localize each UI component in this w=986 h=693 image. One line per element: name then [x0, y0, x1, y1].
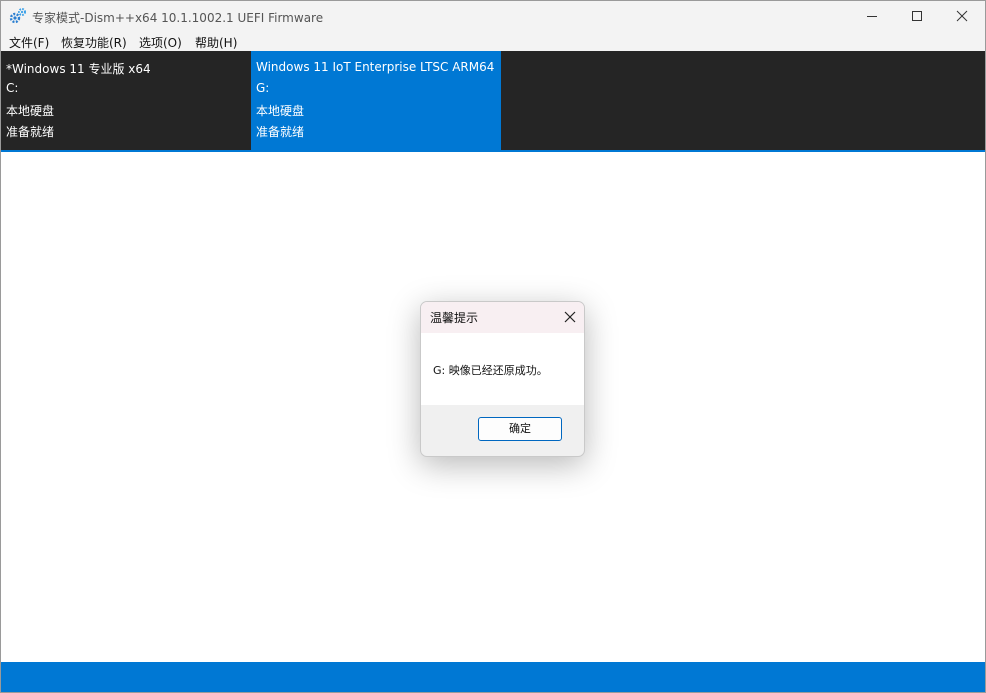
dialog-title: 温馨提示 [430, 311, 479, 325]
dialog-close-button[interactable] [559, 306, 581, 328]
dialog-message: G: 映像已经还原成功。 [433, 364, 548, 377]
image-type: 本地硬盘 [256, 104, 305, 118]
image-name: Windows 11 IoT Enterprise LTSC ARM64 [256, 60, 495, 74]
message-dialog: 温馨提示 G: 映像已经还原成功。 确定 [420, 301, 585, 457]
ok-button[interactable]: 确定 [478, 417, 562, 441]
menu-file[interactable]: 文件(F) [9, 34, 49, 51]
close-window-button[interactable] [939, 1, 985, 31]
image-panel-selected[interactable]: Windows 11 IoT Enterprise LTSC ARM64 G: … [251, 51, 501, 150]
menu-help[interactable]: 帮助(H) [195, 34, 237, 51]
image-drive: C: [6, 81, 19, 95]
close-icon [956, 10, 968, 22]
image-panel[interactable]: *Windows 11 专业版 x64 C: 本地硬盘 准备就绪 [1, 51, 251, 150]
image-drive: G: [256, 81, 270, 95]
image-status: 准备就绪 [256, 125, 305, 139]
image-type: 本地硬盘 [6, 104, 55, 118]
dialog-body: G: 映像已经还原成功。 [421, 333, 584, 405]
minimize-button[interactable] [849, 1, 895, 31]
close-icon [564, 311, 576, 323]
status-bar [1, 662, 985, 692]
minimize-icon [867, 16, 877, 17]
image-name: *Windows 11 专业版 x64 [6, 62, 151, 76]
menu-recovery[interactable]: 恢复功能(R) [61, 34, 127, 51]
dialog-title-bar[interactable]: 温馨提示 [421, 302, 584, 333]
menu-options[interactable]: 选项(O) [139, 34, 182, 51]
gears-icon [9, 8, 26, 24]
image-list: *Windows 11 专业版 x64 C: 本地硬盘 准备就绪 Windows… [1, 51, 985, 150]
title-bar[interactable]: 专家模式-Dism++x64 10.1.1002.1 UEFI Firmware [1, 1, 985, 31]
maximize-button[interactable] [894, 1, 940, 31]
menu-bar: 文件(F) 恢复功能(R) 选项(O) 帮助(H) [1, 31, 985, 51]
maximize-icon [912, 11, 922, 21]
image-status: 准备就绪 [6, 125, 55, 139]
window-title: 专家模式-Dism++x64 10.1.1002.1 UEFI Firmware [32, 11, 324, 25]
app-window: 专家模式-Dism++x64 10.1.1002.1 UEFI Firmware… [0, 0, 986, 693]
